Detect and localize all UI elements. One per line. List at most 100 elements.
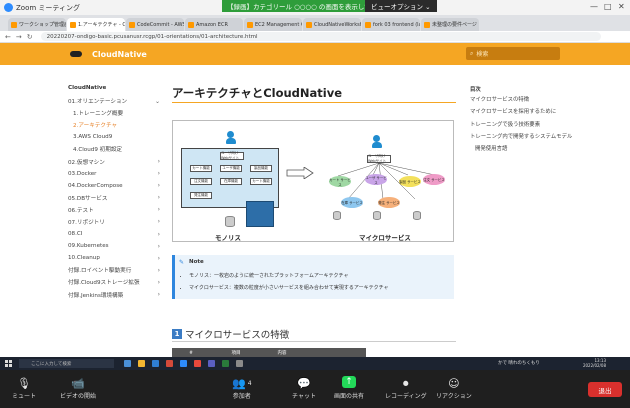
micro-user-icon: [373, 135, 380, 142]
close-icon[interactable]: ✕: [618, 2, 625, 11]
system-clock[interactable]: 13:13 2022/02/08: [583, 358, 606, 369]
sidebar-item[interactable]: 1.トレーニング概要: [68, 107, 160, 119]
chevron-right-icon[interactable]: ›: [158, 158, 160, 165]
reactions-button[interactable]: ☺ リアクション: [436, 376, 472, 400]
tab-label: CloudNativeWorkshop: [314, 21, 361, 28]
toc-item[interactable]: トレーニング内で開発するシステムモデル: [470, 134, 580, 141]
mono-box-2: ユーザ機能: [220, 165, 242, 172]
chat-label: チャット: [292, 393, 316, 400]
zoom-logo-icon: [4, 3, 13, 12]
monolith-box: ユーザ向け Webサイト カート機能 ユーザ機能 製品機能 注文機能 在庫機能 …: [181, 148, 279, 208]
record-button[interactable]: ⏺ レコーディング: [385, 376, 427, 401]
task-view-icon[interactable]: [124, 360, 131, 367]
sidebar-item-label: 06.テスト: [68, 207, 94, 214]
teams-icon[interactable]: [208, 360, 215, 367]
weather-widget[interactable]: かで 晴れのちくもり: [498, 360, 540, 366]
browser-tab[interactable]: CloudNativeWorkshop: [303, 18, 361, 31]
sidebar-item[interactable]: 01.オリエンテーション ⌄: [68, 95, 160, 107]
micro-db-icon-1: [333, 211, 341, 220]
sidebar-item[interactable]: 付録.ロイベント駆動実行 ›: [68, 264, 160, 276]
microservice-caption: マイクロサービス: [359, 234, 411, 242]
back-icon[interactable]: ←: [5, 33, 11, 41]
url-field[interactable]: 20220207-ondigo-basic.pcusanusr.rcgp/01-…: [40, 32, 601, 41]
chat-button[interactable]: 💬 チャット: [292, 376, 316, 400]
tab-favicon-icon: [365, 21, 371, 28]
view-options-button[interactable]: ビューオプション ⌄: [365, 0, 437, 12]
browser-tab[interactable]: EC2 Management Console: [244, 18, 302, 31]
sidebar-item[interactable]: 05.DBサービス ›: [68, 192, 160, 204]
reactions-label: リアクション: [436, 393, 472, 400]
chevron-right-icon[interactable]: ›: [158, 206, 160, 213]
sidebar-item[interactable]: 07.リポジトリ ›: [68, 216, 160, 228]
section-heading: 1 マイクロサービスの特徴: [172, 327, 289, 341]
page-content: CloudNative 01.オリエンテーション ⌄ 1.トレーニング概要 2.アーキ…: [0, 65, 630, 357]
taskbar-search-input[interactable]: ここに入力して検索: [19, 359, 114, 368]
browser-tab[interactable]: 未整理の要件ページ: [421, 18, 479, 31]
chevron-right-icon[interactable]: ›: [158, 182, 160, 189]
reaction-icon: ☺: [448, 377, 460, 390]
sidebar-title[interactable]: CloudNative: [68, 85, 160, 91]
sidebar-item[interactable]: 03.Docker ›: [68, 168, 160, 180]
participants-button[interactable]: 👥 4 参加者: [232, 376, 252, 400]
mono-box-4: 注文機能: [190, 178, 212, 185]
chrome-icon[interactable]: [194, 360, 201, 367]
sidebar-item-label: 04.DockerCompose: [68, 182, 123, 189]
chevron-right-icon[interactable]: ›: [158, 291, 160, 298]
chevron-right-icon[interactable]: ›: [158, 255, 160, 262]
windows-taskbar: ここに入力して検索 かで 晴れのちくもり 13:13 2022/02/08: [0, 357, 630, 370]
toc-item[interactable]: マイクロサービスを採用するために: [470, 109, 580, 116]
chevron-down-icon[interactable]: ⌄: [155, 98, 160, 105]
share-screen-button[interactable]: ↑ 画面の共有: [334, 376, 364, 400]
participants-count: 4: [247, 380, 252, 387]
start-video-button[interactable]: 📹 ビデオの開始: [60, 376, 96, 400]
sidebar-item[interactable]: 付録.Jenkins環境構築 ›: [68, 289, 160, 301]
chevron-right-icon[interactable]: ›: [158, 170, 160, 177]
file-explorer-icon[interactable]: [138, 360, 145, 367]
chevron-right-icon[interactable]: ›: [158, 231, 160, 238]
tab-label: Amazon ECR: [196, 21, 228, 28]
search-placeholder: 検索: [476, 51, 489, 58]
sidebar-item[interactable]: 02.仮想マシン ›: [68, 155, 160, 167]
search-input[interactable]: ⌕ 検索: [466, 47, 560, 60]
chevron-right-icon[interactable]: ›: [158, 267, 160, 274]
toc-item[interactable]: 開発使用言語: [470, 146, 580, 153]
app-icon[interactable]: [236, 360, 243, 367]
minimize-icon[interactable]: —: [590, 2, 598, 11]
browser-tab[interactable]: ワークショップ管理画 - codep: [8, 18, 66, 31]
mute-button[interactable]: 🎙 ミュート: [12, 376, 36, 400]
leave-button[interactable]: 退出: [588, 382, 622, 397]
sidebar-item[interactable]: 04.DockerCompose ›: [68, 180, 160, 192]
toc-item[interactable]: マイクロサービスの特徴: [470, 97, 580, 104]
chevron-right-icon[interactable]: ›: [158, 243, 160, 250]
office-icon[interactable]: [166, 360, 173, 367]
database-icon: [225, 216, 235, 227]
sidebar-item-label: 1.トレーニング概要: [73, 111, 124, 118]
browser-tab[interactable]: fork 03 frontend (latest): [362, 18, 420, 31]
sidebar-item[interactable]: 付録.Cloud9ストレージ拡張 ›: [68, 276, 160, 288]
sidebar-item[interactable]: 06.テスト ›: [68, 204, 160, 216]
site-brand[interactable]: CloudNative: [92, 50, 147, 59]
reload-icon[interactable]: ↻: [27, 33, 33, 41]
maximize-icon[interactable]: □: [604, 2, 612, 11]
sidebar-item[interactable]: 10.Cleanup ›: [68, 252, 160, 264]
excel-icon[interactable]: [222, 360, 229, 367]
sidebar-item[interactable]: 08.CI ›: [68, 228, 160, 240]
edge-icon[interactable]: [152, 360, 159, 367]
chevron-right-icon[interactable]: ›: [158, 218, 160, 225]
sidebar-item[interactable]: 2.アーキテクチャ: [68, 119, 160, 131]
sidebar-item[interactable]: 09.Kubernetes ›: [68, 240, 160, 252]
browser-tab[interactable]: CodeCommit - AWS Devel: [126, 18, 184, 31]
sidebar-item[interactable]: 4.Cloud9 初期設定: [68, 143, 160, 155]
toc-item[interactable]: トレーニングで扱う技術要素: [470, 122, 580, 129]
browser-tab-strip: ワークショップ管理画 - codep 1.アーキテクチャ - CloudNa Cod…: [0, 15, 630, 31]
zoom-taskbar-icon[interactable]: [180, 360, 187, 367]
browser-tab[interactable]: 1.アーキテクチャ - CloudNa: [67, 18, 125, 31]
chevron-right-icon[interactable]: ›: [158, 194, 160, 201]
windows-start-icon[interactable]: [5, 360, 12, 367]
browser-tab[interactable]: Amazon ECR: [185, 18, 243, 31]
mono-box-1: カート機能: [190, 165, 212, 172]
chevron-right-icon[interactable]: ›: [158, 279, 160, 286]
forward-icon[interactable]: →: [16, 33, 22, 41]
sidebar-item[interactable]: 3.AWS Cloud9: [68, 131, 160, 143]
micro-db-icon-3: [413, 211, 421, 220]
